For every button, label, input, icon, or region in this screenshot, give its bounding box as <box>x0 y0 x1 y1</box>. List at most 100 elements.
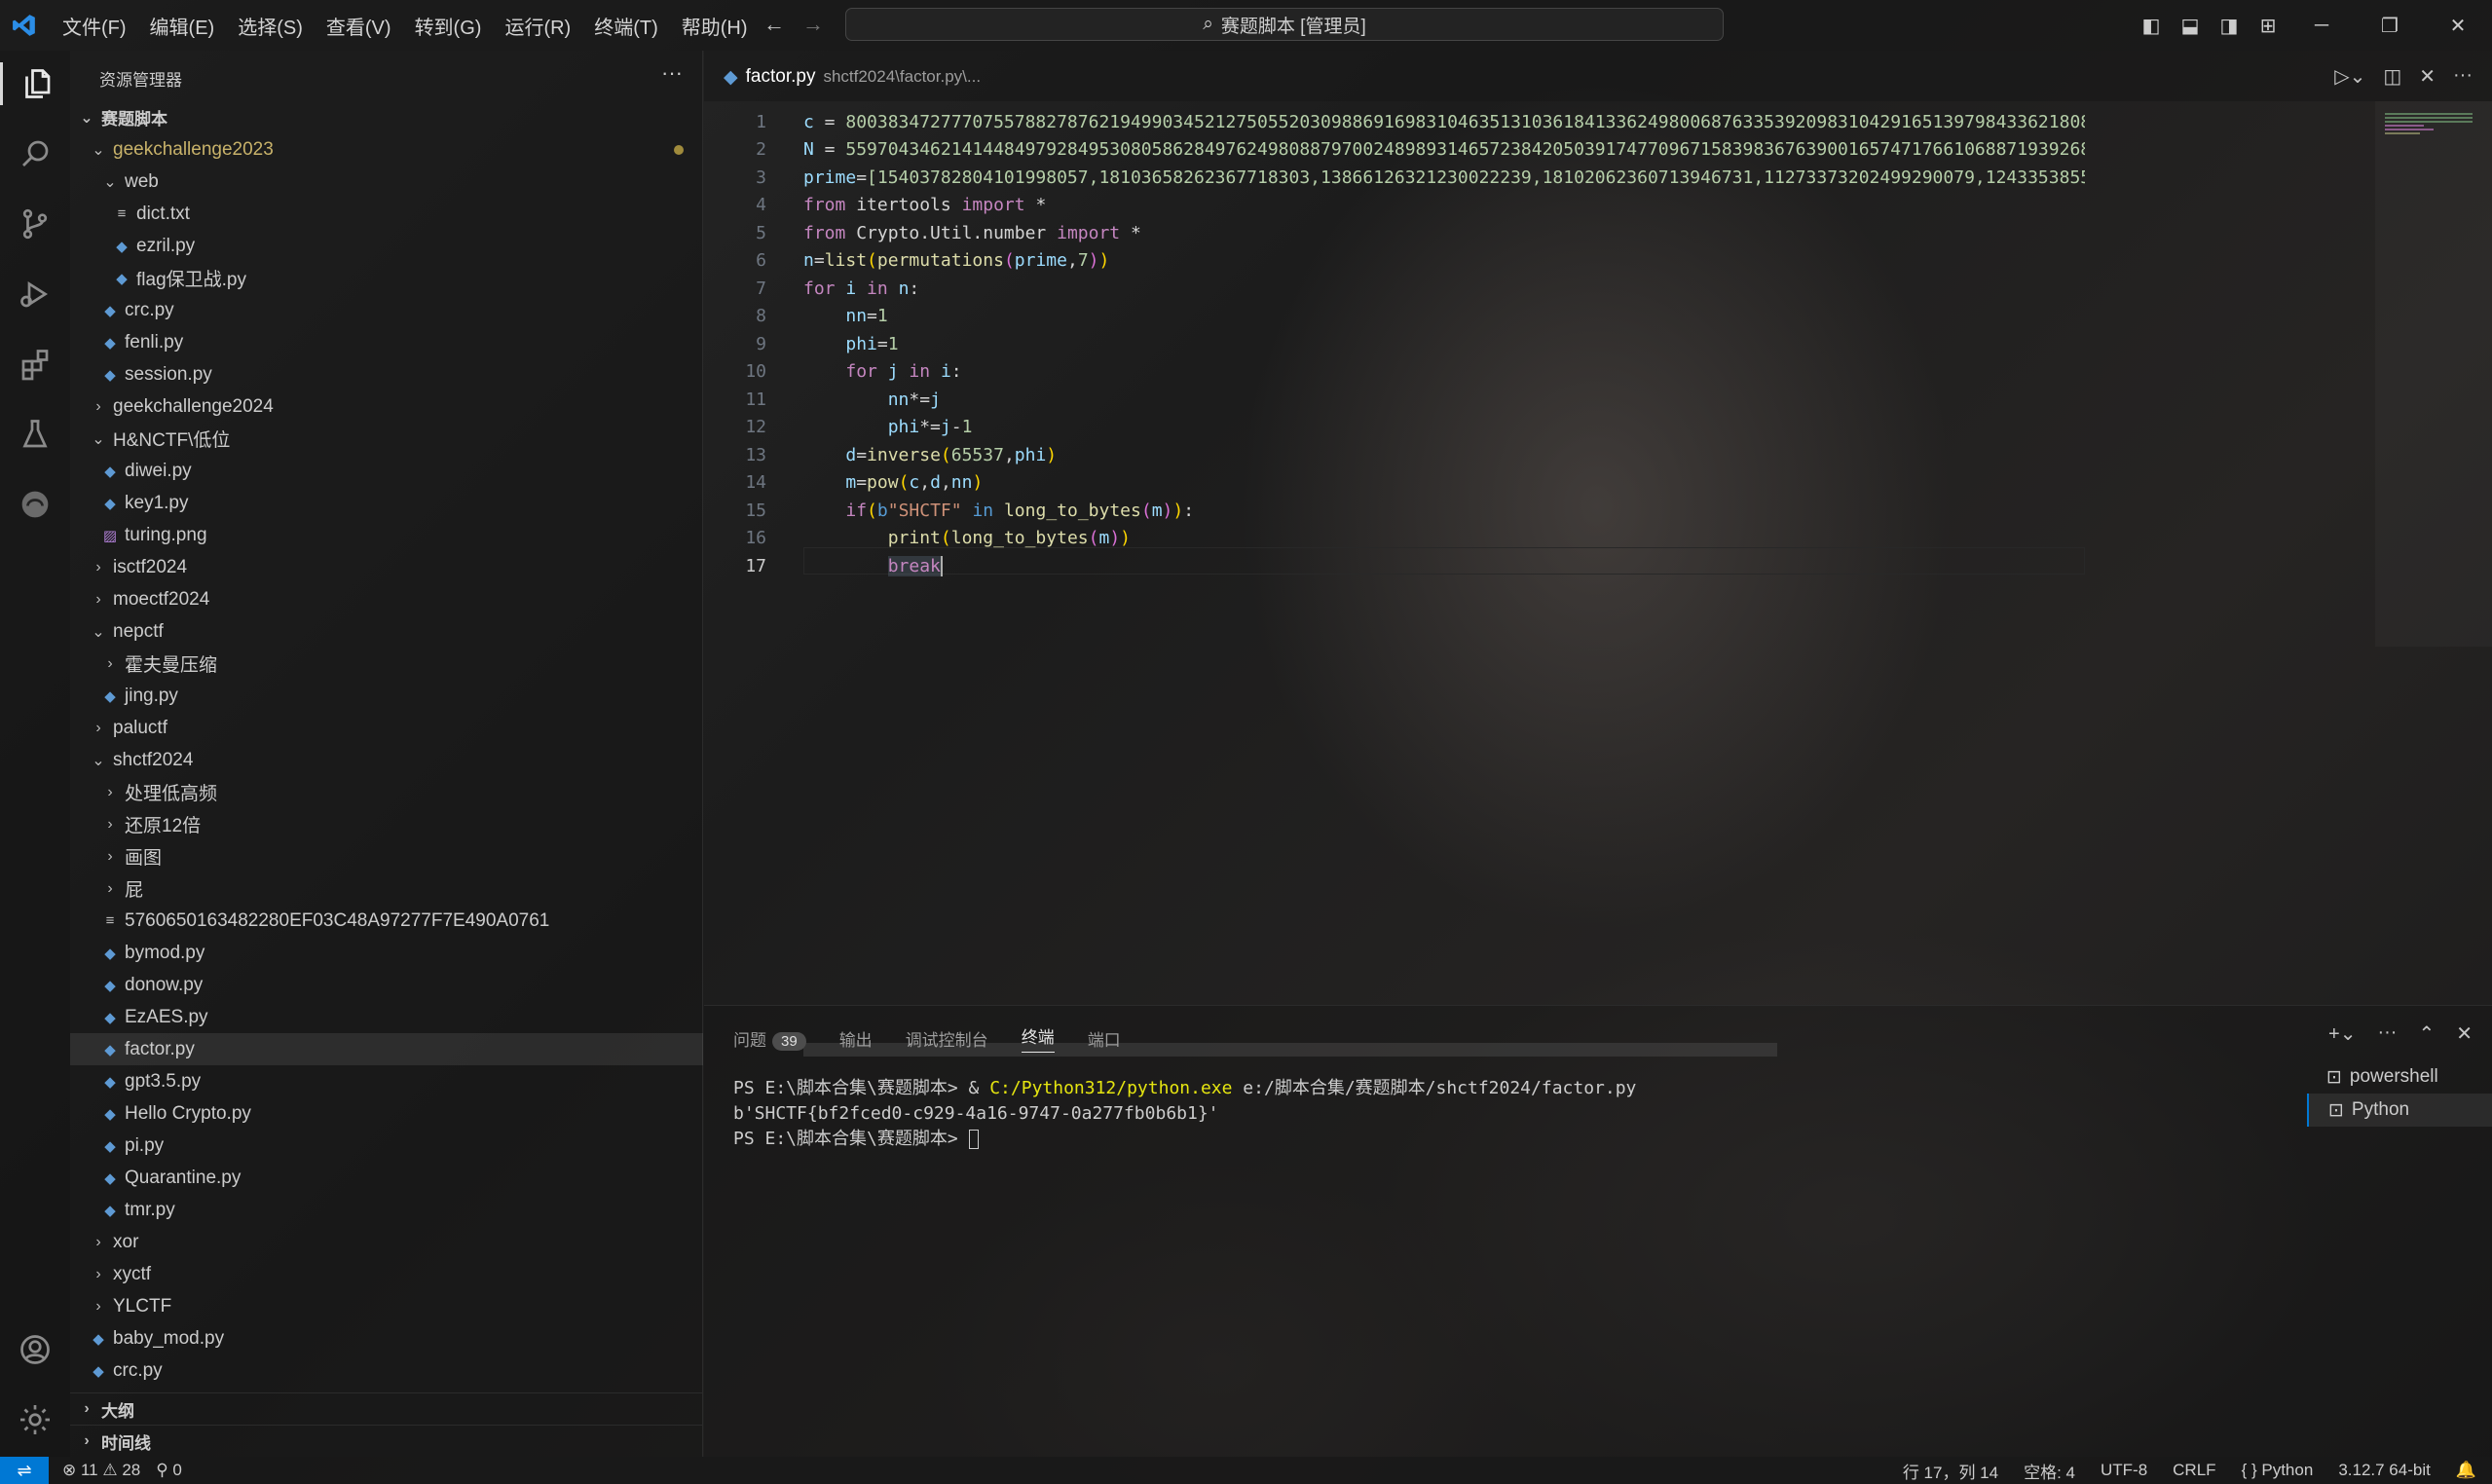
tree-folder[interactable]: › xyctf <box>70 1258 703 1290</box>
tree-file[interactable]: ◆ bymod.py <box>70 937 703 969</box>
settings-gear-icon[interactable] <box>14 1398 56 1441</box>
close-window-button[interactable]: ✕ <box>2424 14 2492 38</box>
tree-folder[interactable]: › isctf2024 <box>70 551 703 583</box>
restore-button[interactable]: ❐ <box>2356 14 2424 38</box>
indentation[interactable]: 空格: 4 <box>2024 1459 2075 1483</box>
command-center-search[interactable]: ⌕ 赛题脚本 [管理员] <box>845 8 1724 41</box>
tree-file[interactable]: ◆ pi.py <box>70 1130 703 1162</box>
remote-indicator-icon[interactable]: ⇌ <box>0 1457 49 1484</box>
tab-ports[interactable]: 端口 <box>1088 1026 1121 1051</box>
tab-factor-py[interactable]: ◆ factor.py shctf2024\factor.py\... <box>704 51 1000 101</box>
tree-file[interactable]: ◆ jing.py <box>70 680 703 712</box>
tree-folder[interactable]: › xor <box>70 1226 703 1258</box>
search-view-icon[interactable] <box>14 132 56 175</box>
tree-folder[interactable]: › 屁 <box>70 872 703 905</box>
source-control-icon[interactable] <box>14 203 56 245</box>
tree-folder[interactable]: › 霍夫曼压缩 <box>70 648 703 680</box>
forward-arrow-icon[interactable]: → <box>802 12 824 37</box>
tree-file[interactable]: ◆ key1.py <box>70 487 703 519</box>
timeline-section[interactable]: › 时间线 <box>70 1425 703 1457</box>
terminal-item-python[interactable]: ⊡ Python <box>2307 1094 2492 1127</box>
tree-file[interactable]: ◆ tmr.py <box>70 1194 703 1226</box>
run-debug-icon[interactable] <box>14 273 56 315</box>
customize-layout-icon[interactable]: ⊞ <box>2249 14 2287 38</box>
toggle-primary-sidebar-icon[interactable]: ◧ <box>2132 14 2171 38</box>
tree-file[interactable]: ◆ ezril.py <box>70 230 703 262</box>
tab-output[interactable]: 输出 <box>839 1026 873 1051</box>
tree-file[interactable]: ≡ 5760650163482280EF03C48A97277F7E490A076… <box>70 905 703 937</box>
menu-help[interactable]: 帮助(H) <box>670 12 760 40</box>
tree-file[interactable]: ◆ EzAES.py <box>70 1001 703 1033</box>
more-actions-icon[interactable]: ··· <box>661 60 683 86</box>
tree-file[interactable]: ◆ fenli.py <box>70 326 703 358</box>
tree-root-folder[interactable]: ⌄ 赛题脚本 <box>70 101 703 133</box>
new-terminal-icon[interactable]: +⌄ <box>2328 1021 2356 1046</box>
terminal-item-powershell[interactable]: ⊡ powershell <box>2307 1060 2492 1094</box>
tree-file[interactable]: ▨ turing.png <box>70 519 703 551</box>
tree-folder[interactable]: ⌄ nepctf <box>70 615 703 648</box>
tree-folder[interactable]: › paluctf <box>70 712 703 744</box>
tree-folder[interactable]: ⌄ web <box>70 166 703 198</box>
terminal-output[interactable]: PS E:\脚本合集\赛题脚本> & C:/Python312/python.e… <box>733 1076 1636 1152</box>
tree-file[interactable]: ≡ dict.txt <box>70 198 703 230</box>
notifications-bell-icon[interactable]: 🔔 <box>2456 1461 2476 1480</box>
testing-flask-icon[interactable] <box>14 413 56 456</box>
split-editor-icon[interactable]: ◫ <box>2383 64 2401 89</box>
tree-file[interactable]: ◆ donow.py <box>70 969 703 1001</box>
python-interpreter[interactable]: 3.12.7 64-bit <box>2338 1461 2431 1480</box>
menu-file[interactable]: 文件(F) <box>51 12 138 40</box>
encoding[interactable]: UTF-8 <box>2101 1461 2147 1480</box>
problems-status[interactable]: ⊗ 11 ⚠ 28 <box>62 1461 140 1480</box>
tree-folder[interactable]: › YLCTF <box>70 1290 703 1322</box>
tree-file[interactable]: ◆ crc.py <box>70 294 703 326</box>
tab-debug-console[interactable]: 调试控制台 <box>906 1026 988 1051</box>
tree-file[interactable]: ◆ crc.py <box>70 1354 703 1387</box>
accounts-icon[interactable] <box>14 1328 56 1371</box>
more-actions-icon[interactable]: ··· <box>2377 1021 2397 1046</box>
tree-file[interactable]: ◆ diwei.py <box>70 455 703 487</box>
tree-folder[interactable]: ⌄ H&NCTF\低位 <box>70 423 703 455</box>
tree-file[interactable]: ◆ Hello Crypto.py <box>70 1097 703 1130</box>
line-ending[interactable]: CRLF <box>2173 1461 2215 1480</box>
extensions-icon[interactable] <box>14 343 56 386</box>
minimap[interactable] <box>2375 101 2492 647</box>
menu-view[interactable]: 查看(V) <box>315 12 403 40</box>
remote-explorer-icon[interactable] <box>14 483 56 526</box>
tree-file[interactable]: ◆ flag保卫战.py <box>70 262 703 294</box>
tree-folder[interactable]: › 处理低高频 <box>70 776 703 808</box>
tree-folder[interactable]: › moectf2024 <box>70 583 703 615</box>
menu-run[interactable]: 运行(R) <box>493 12 582 40</box>
toggle-secondary-sidebar-icon[interactable]: ◨ <box>2210 14 2249 38</box>
tree-file[interactable]: ◆ baby_mod.py <box>70 1322 703 1354</box>
back-arrow-icon[interactable]: ← <box>763 12 785 37</box>
code-editor[interactable]: 1 2 3 4 5 6 7 8 9 10 11 12 13 14 15 16 1… <box>704 101 2492 1057</box>
cursor-position[interactable]: 行 17，列 14 <box>1903 1459 1998 1483</box>
menu-edit[interactable]: 编辑(E) <box>138 12 227 40</box>
tree-file-selected[interactable]: ◆ factor.py <box>70 1033 703 1065</box>
close-editor-icon[interactable]: ✕ <box>2419 64 2436 89</box>
explorer-icon[interactable] <box>0 62 70 105</box>
language-mode[interactable]: { } Python <box>2242 1461 2314 1480</box>
tree-file[interactable]: ◆ Quarantine.py <box>70 1162 703 1194</box>
run-python-file-icon[interactable]: ▷⌄ <box>2334 64 2365 89</box>
minimize-button[interactable]: ─ <box>2287 15 2356 37</box>
tree-file[interactable]: ◆ session.py <box>70 358 703 390</box>
chevron-right-icon: › <box>84 1432 90 1449</box>
tree-folder[interactable]: › 画图 <box>70 840 703 872</box>
toggle-panel-icon[interactable]: ⬓ <box>2171 14 2210 38</box>
tree-file[interactable]: ◆ gpt3.5.py <box>70 1065 703 1097</box>
tab-terminal[interactable]: 终端 <box>1021 1023 1055 1053</box>
tree-folder[interactable]: ⌄ geekchallenge2023 <box>70 133 703 166</box>
more-actions-icon[interactable]: ··· <box>2453 64 2473 89</box>
tree-folder[interactable]: › 还原12倍 <box>70 808 703 840</box>
tab-problems[interactable]: 问题 39 <box>733 1026 806 1051</box>
menu-selection[interactable]: 选择(S) <box>226 12 315 40</box>
maximize-panel-icon[interactable]: ⌃ <box>2418 1021 2435 1046</box>
tree-folder[interactable]: › geekchallenge2024 <box>70 390 703 423</box>
menu-go[interactable]: 转到(G) <box>403 12 494 40</box>
ports-status[interactable]: ⚲ 0 <box>156 1461 182 1480</box>
close-panel-icon[interactable]: ✕ <box>2456 1021 2473 1046</box>
outline-section[interactable]: › 大纲 <box>70 1392 703 1425</box>
tree-folder[interactable]: ⌄ shctf2024 <box>70 744 703 776</box>
menu-terminal[interactable]: 终端(T) <box>582 12 670 40</box>
